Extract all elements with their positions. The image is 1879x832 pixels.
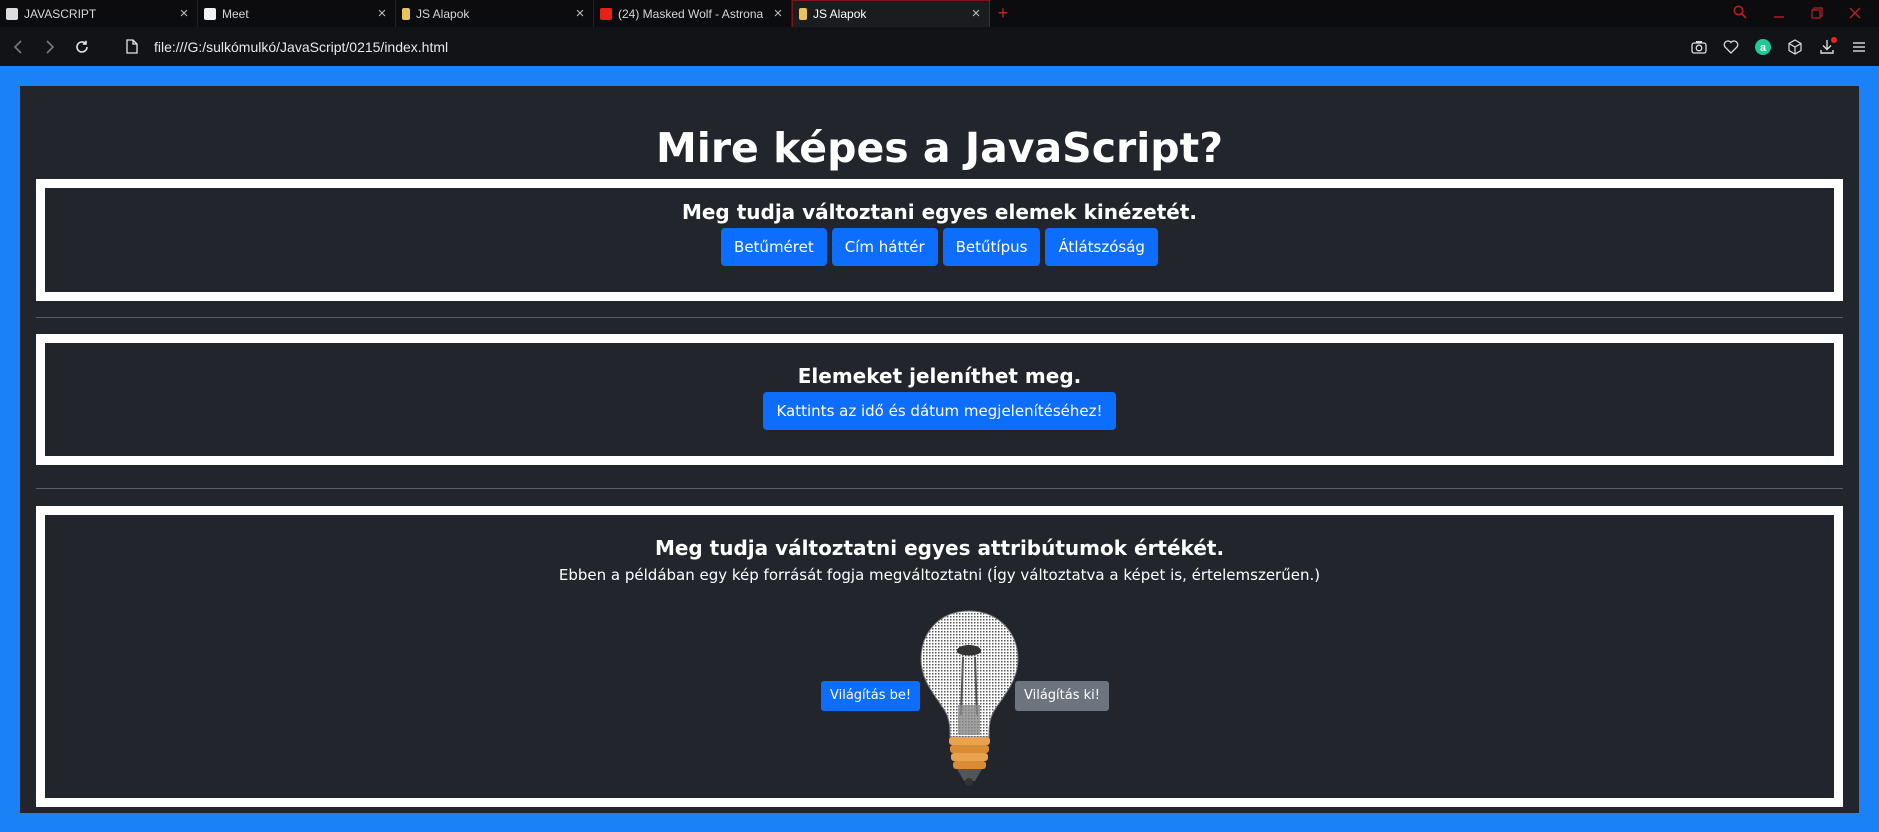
window-controls: [1733, 0, 1879, 27]
download-icon[interactable]: [1817, 36, 1837, 57]
address-bar: file:///G:/sulkómulkó/JavaScript/0215/in…: [0, 27, 1879, 66]
browser-tools: a: [1689, 27, 1869, 66]
show-datetime-button[interactable]: Kattints az idő és dátum megjelenítéséhe…: [763, 392, 1116, 430]
forward-icon[interactable]: [36, 33, 64, 61]
section-display: Elemeket jeleníthet meg. Kattints az idő…: [36, 334, 1843, 465]
section-heading: Elemeket jeleníthet meg.: [797, 364, 1082, 388]
section-heading: Meg tudja változtatni egyes attribútumok…: [654, 536, 1225, 560]
tab-label: JAVASCRIPT: [24, 6, 97, 21]
page-title: Mire képes a JavaScript?: [655, 124, 1224, 172]
tab-js-alapok-active[interactable]: JS Alapok ×: [792, 0, 990, 27]
tab-meet[interactable]: Meet ×: [198, 0, 396, 27]
divider: [36, 317, 1843, 318]
extension-a-icon[interactable]: a: [1753, 37, 1773, 57]
svg-text:a: a: [1760, 42, 1767, 54]
tab-js-alapok[interactable]: JS Alapok ×: [396, 0, 594, 27]
camera-icon[interactable]: [1689, 37, 1709, 57]
section-description: Ebben a példában egy kép forrását fogja …: [558, 566, 1321, 584]
url-input[interactable]: file:///G:/sulkómulkó/JavaScript/0215/in…: [154, 39, 448, 55]
close-icon[interactable]: ×: [375, 6, 389, 21]
tab-label: JS Alapok: [416, 6, 470, 21]
profile-icon: [6, 7, 18, 20]
tab-bar: JAVASCRIPT × Meet × JS Alapok × (24) Mas…: [0, 0, 1879, 27]
new-tab-button[interactable]: +: [990, 0, 1016, 27]
menu-icon[interactable]: [1849, 37, 1869, 57]
js-file-icon: [799, 8, 807, 20]
font-family-button[interactable]: Betűtípus: [942, 228, 1041, 266]
close-icon[interactable]: ×: [771, 6, 785, 21]
close-window-icon[interactable]: [1849, 6, 1861, 22]
font-size-button[interactable]: Betűméret: [721, 228, 827, 266]
minimize-icon[interactable]: [1773, 6, 1785, 22]
notification-dot: [1831, 36, 1837, 43]
section-heading: Meg tudja változtani egyes elemek kinéze…: [681, 200, 1198, 224]
search-icon[interactable]: [1733, 5, 1747, 22]
light-on-button[interactable]: Világítás be!: [821, 681, 921, 711]
heart-icon[interactable]: [1721, 37, 1741, 57]
opacity-button[interactable]: Átlátszóság: [1045, 228, 1158, 266]
close-icon[interactable]: ×: [969, 6, 983, 21]
tab-label: Meet: [222, 6, 249, 21]
section-attributes: Meg tudja változtatni egyes attribútumok…: [36, 506, 1843, 807]
close-icon[interactable]: ×: [177, 6, 191, 21]
tab-label: (24) Masked Wolf - Astrona: [618, 6, 764, 21]
file-icon: [124, 39, 140, 55]
section-appearance: Meg tudja változtani egyes elemek kinéze…: [36, 179, 1843, 301]
tab-label: JS Alapok: [813, 7, 867, 21]
light-off-button[interactable]: Világítás ki!: [1015, 681, 1109, 711]
tab-youtube[interactable]: (24) Masked Wolf - Astrona ×: [594, 0, 792, 27]
close-icon[interactable]: ×: [573, 6, 587, 21]
main-container: Mire képes a JavaScript? Meg tudja válto…: [20, 86, 1859, 813]
youtube-icon: [600, 7, 612, 20]
page-viewport: Mire képes a JavaScript? Meg tudja válto…: [0, 66, 1879, 832]
tab-javascript[interactable]: JAVASCRIPT ×: [0, 0, 198, 27]
restore-icon[interactable]: [1811, 6, 1823, 22]
cube-icon[interactable]: [1785, 37, 1805, 57]
title-background-button[interactable]: Cím háttér: [831, 228, 938, 266]
back-icon[interactable]: [4, 33, 32, 61]
doc-icon: [204, 7, 216, 20]
reload-icon[interactable]: [68, 33, 96, 61]
light-bulb-image: [920, 610, 1019, 786]
js-file-icon: [402, 7, 410, 20]
divider: [36, 488, 1843, 489]
display-button-group: Kattints az idő és dátum megjelenítéséhe…: [45, 392, 1834, 430]
style-button-group: Betűméret Cím háttér Betűtípus Átlátszós…: [45, 228, 1834, 266]
